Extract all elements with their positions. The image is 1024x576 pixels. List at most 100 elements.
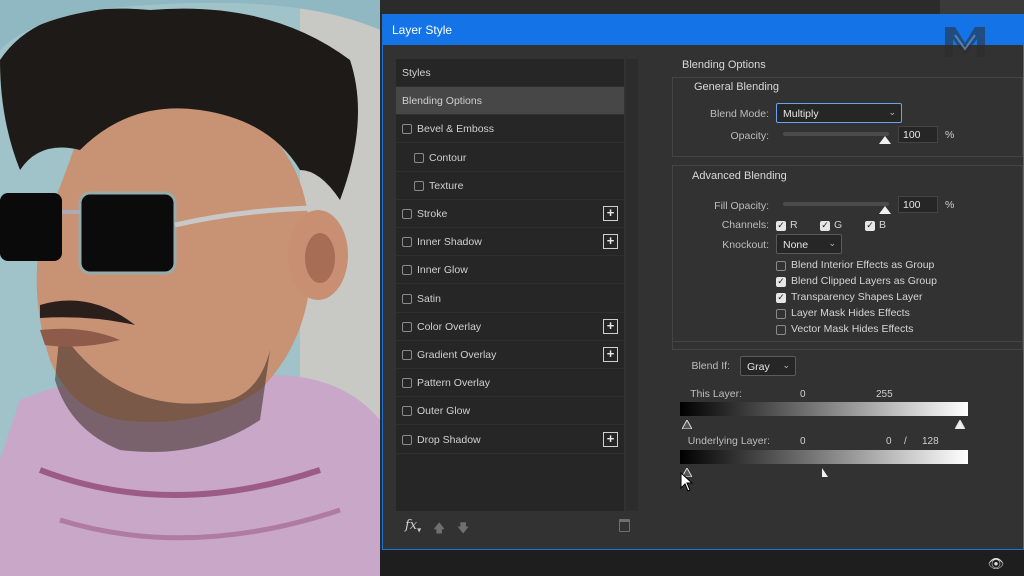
add-effect-plus-icon[interactable]: + [603,431,618,447]
style-item-gradient-overlay[interactable]: Gradient Overlay + [396,341,624,369]
style-item-label: Pattern Overlay [417,377,490,390]
style-item-label: Inner Shadow [417,236,482,249]
opacity-slider-thumb[interactable] [879,136,891,144]
workspace-bottom-bar [380,550,1024,576]
style-item-blending-options[interactable]: Blending Options [396,87,624,116]
transparency-shapes-layer-checkbox[interactable]: ✓ [776,293,786,303]
underlying-separator: / [904,436,907,447]
style-item-bevel-emboss[interactable]: Bevel & Emboss [396,115,624,144]
blending-options-title: Blending Options [682,59,766,71]
style-item-checkbox[interactable] [402,209,412,219]
channel-r-label: R [790,219,798,231]
blend-clipped-layers-as-group-checkbox[interactable]: ✓ [776,277,786,287]
style-item-label: Contour [429,151,467,164]
style-item-checkbox[interactable] [402,434,412,445]
style-item-color-overlay[interactable]: Color Overlay + [396,313,624,341]
vector-mask-hides-effects-label: Vector Mask Hides Effects [791,323,914,335]
add-effect-plus-icon[interactable]: + [603,318,618,334]
style-item-drop-shadow[interactable]: Drop Shadow + [396,426,624,454]
knockout-select[interactable]: None ⌄ [776,234,842,254]
fill-opacity-unit: % [945,199,955,211]
this-layer-black-slider[interactable] [682,420,692,429]
channel-g-checkbox[interactable]: ✓ [820,221,830,231]
vector-mask-hides-effects-checkbox[interactable] [776,325,786,335]
style-item-checkbox[interactable] [414,152,424,163]
blending-options-panel: Blending Options General Blending Blend … [658,59,1023,539]
channel-b-checkbox[interactable]: ✓ [865,221,875,231]
dialog-titlebar[interactable]: Layer Style [383,15,1023,57]
channel-g-label: G [834,219,843,231]
style-item-stroke[interactable]: Stroke + [396,200,624,228]
underlying-layer-label: Underlying Layer: [687,435,770,447]
style-item-label: Gradient Overlay [417,349,497,361]
blend-mode-label: Blend Mode: [710,108,769,120]
style-item-label: Satin [417,292,441,305]
style-item-inner-glow[interactable]: Inner Glow [396,256,624,285]
style-item-pattern-overlay[interactable]: Pattern Overlay [396,369,624,398]
fill-opacity-input[interactable]: 100 [898,196,938,213]
general-blending-section: General Blending Blend Mode: Multiply ⌄ … [672,77,1023,157]
style-item-checkbox[interactable] [402,265,412,276]
fill-opacity-slider-track[interactable] [783,202,889,206]
blend-if-label: Blend If: [691,360,730,372]
style-item-label: Drop Shadow [417,433,481,446]
chevron-down-icon: ⌄ [828,238,836,248]
underlying-high-value: 128 [922,436,939,447]
channel-r-checkbox[interactable]: ✓ [776,221,786,231]
style-item-checkbox[interactable] [402,321,412,332]
opacity-label: Opacity: [730,130,769,142]
transparency-shapes-layer-label: Transparency Shapes Layer [791,291,923,303]
layer-mask-hides-effects-checkbox[interactable] [776,309,786,319]
underlying-mid-value: 0 [886,436,892,447]
opacity-value: 100 [903,129,921,141]
style-item-checkbox[interactable] [402,237,412,248]
style-item-styles[interactable]: Styles [396,59,624,87]
trash-icon[interactable] [619,519,630,532]
move-down-icon[interactable]: 🡇 [457,519,469,540]
fx-icon[interactable]: fx▾ [405,518,421,535]
this-layer-label: This Layer: [690,388,742,400]
underlying-layer-gradient-bar [680,450,968,464]
chevron-down-icon: ⌄ [888,107,896,117]
opacity-input[interactable]: 100 [898,126,938,143]
style-item-checkbox[interactable] [402,350,412,360]
channel-b-label: B [879,219,887,231]
style-item-label: Outer Glow [417,405,471,418]
style-item-satin[interactable]: Satin [396,285,624,313]
style-item-label: Stroke [417,208,448,220]
style-item-checkbox[interactable] [402,124,412,135]
blend-if-select[interactable]: Gray ⌄ [740,356,796,376]
blend-mode-select[interactable]: Multiply ⌄ [776,103,902,123]
underlying-white-slider-split[interactable] [822,468,832,477]
chevron-down-icon: ⌄ [782,360,790,370]
style-item-contour[interactable]: Contour [396,144,624,172]
styles-list-scrollbar[interactable] [626,59,638,511]
this-layer-white-slider[interactable] [955,420,965,429]
move-up-icon[interactable]: 🡅 [433,519,445,540]
style-item-checkbox[interactable] [402,378,412,389]
style-item-label: Inner Glow [417,264,468,277]
layer-mask-hides-effects-label: Layer Mask Hides Effects [791,307,910,319]
opacity-slider-track[interactable] [783,132,889,136]
blend-if-value: Gray [747,361,770,373]
add-effect-plus-icon[interactable]: + [603,347,618,362]
blend-interior-effects-as-group-label: Blend Interior Effects as Group [791,259,935,271]
fill-opacity-slider-thumb[interactable] [879,206,891,214]
eye-icon[interactable]: 👁 [986,558,1006,572]
style-item-outer-glow[interactable]: Outer Glow [396,397,624,426]
screen: 👁 Layer Style Styles Blending Options Beve… [0,0,1024,576]
style-item-label: Texture [429,179,464,192]
channels-label: Channels: [721,219,769,231]
blend-interior-effects-as-group-checkbox[interactable] [776,261,786,271]
style-item-checkbox[interactable] [402,293,412,304]
this-layer-gradient-bar [680,402,968,416]
add-effect-plus-icon[interactable]: + [603,234,618,250]
general-blending-title: General Blending [694,81,780,93]
style-item-texture[interactable]: Texture [396,172,624,200]
style-item-checkbox[interactable] [402,406,412,417]
style-item-inner-shadow[interactable]: Inner Shadow + [396,228,624,257]
blend-if-section: Blend If: Gray ⌄ This Layer: 0 255 Under… [672,341,1023,481]
style-item-checkbox[interactable] [414,180,424,191]
add-effect-plus-icon[interactable]: + [603,206,618,221]
fx-label: fx [405,518,418,533]
